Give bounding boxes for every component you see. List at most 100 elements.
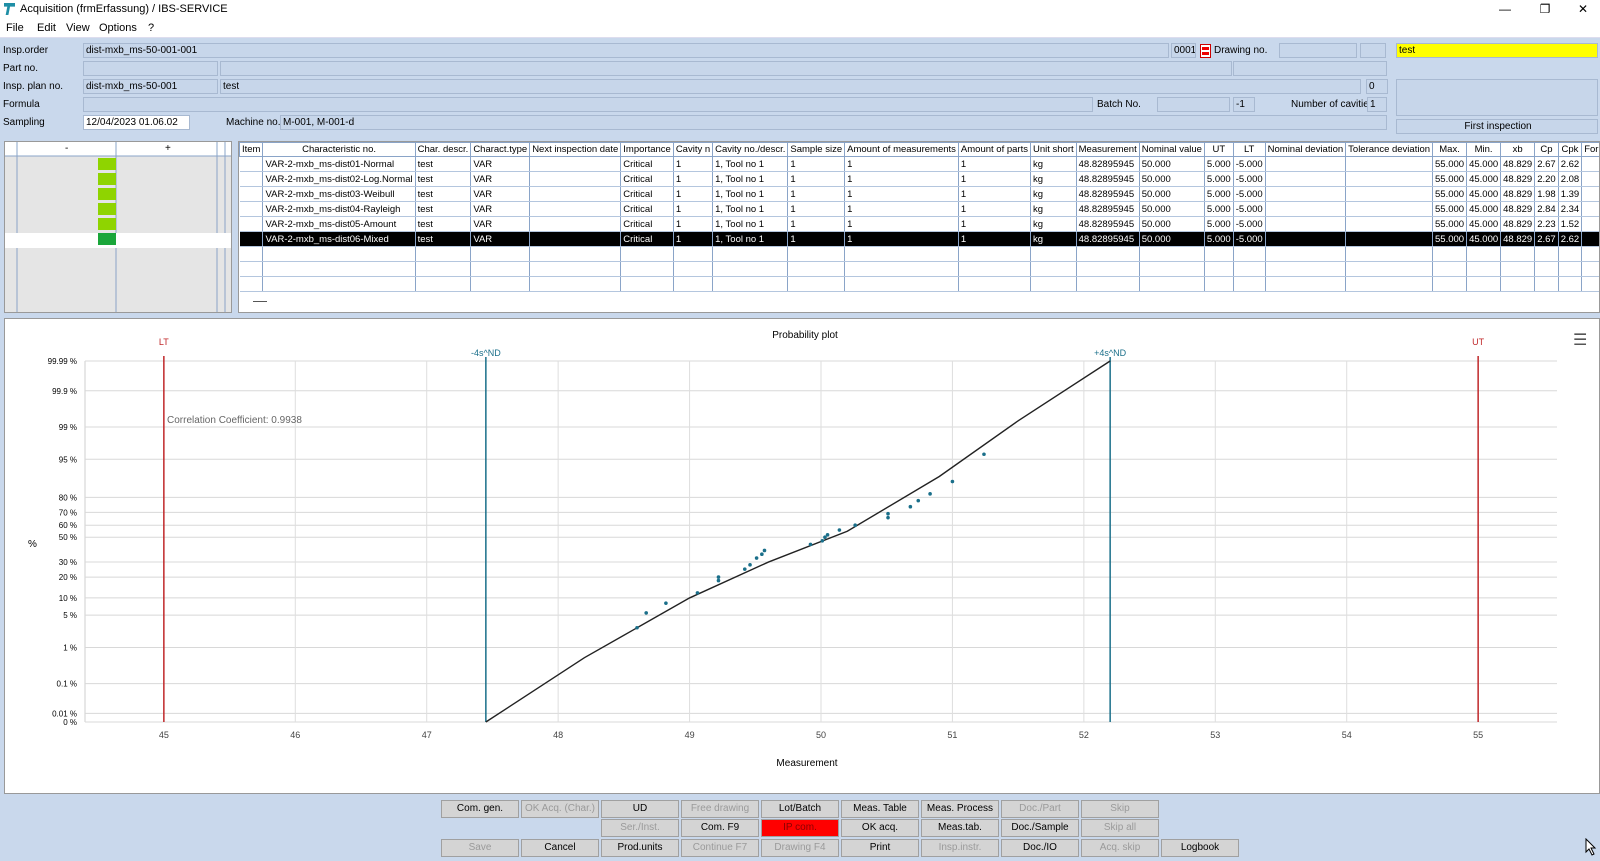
drawing-document-icon[interactable] [1200,44,1211,58]
table-cell[interactable] [1581,171,1599,187]
table-cell[interactable] [1345,276,1434,292]
table-cell[interactable] [1233,246,1266,262]
table-cell[interactable]: kg [1030,231,1077,247]
ok-acq-char-button[interactable]: OK Acq. (Char.) [521,800,599,818]
drawing-f4-button[interactable]: Drawing F4 [761,839,839,857]
table-cell[interactable] [529,216,622,232]
table-cell[interactable] [1345,201,1434,217]
table-cell[interactable] [712,261,789,277]
column-header[interactable]: Next inspection date [529,142,622,157]
table-cell[interactable]: 2.62 [1558,156,1583,172]
table-row[interactable]: VAR-2-mxb_ms-dist06-Mixed test VAR Critical… [239,231,1599,247]
column-header[interactable]: Min. [1466,142,1502,157]
table-cell[interactable]: 48.829 [1500,186,1536,202]
table-cell[interactable]: 48.829 [1500,171,1536,187]
table-cell[interactable]: 1 [673,201,714,217]
ud-button[interactable]: UD [601,800,679,818]
table-cell[interactable]: 50.000 [1139,186,1205,202]
table-cell[interactable]: 1 [958,216,1031,232]
table-cell[interactable] [1265,171,1347,187]
table-cell[interactable] [787,276,846,292]
table-cell[interactable] [1139,246,1205,262]
table-cell[interactable]: 1, Tool no 1 [712,171,789,187]
column-header[interactable]: Char. descr. [414,142,472,157]
table-cell[interactable]: 50.000 [1139,156,1205,172]
table-cell[interactable]: 1.98 [1534,186,1559,202]
table-cell[interactable] [1500,246,1536,262]
table-cell[interactable]: 1 [673,156,714,172]
table-cell[interactable] [1581,216,1599,232]
table-cell[interactable] [1265,261,1347,277]
table-cell[interactable]: 2.67 [1534,156,1559,172]
table-cell[interactable] [470,261,531,277]
batch-no-field[interactable] [1157,97,1230,112]
insp-plan-description-field[interactable]: test [220,79,1361,94]
table-cell[interactable]: Critical [620,201,674,217]
insp-plan-number-field[interactable]: 0 [1366,79,1388,94]
table-cell[interactable]: 45.000 [1466,201,1502,217]
continue-f7-button[interactable]: Continue F7 [681,839,759,857]
table-cell[interactable]: -5.000 [1233,156,1266,172]
table-cell[interactable]: 1 [844,171,959,187]
table-cell[interactable]: 55.000 [1432,216,1468,232]
part-no-field[interactable] [83,61,218,76]
table-cell[interactable]: 2.23 [1534,216,1559,232]
table-cell[interactable] [787,261,846,277]
lot-batch-button[interactable]: Lot/Batch [761,800,839,818]
drawing-no-field[interactable] [1279,43,1357,58]
table-cell[interactable]: 50.000 [1139,231,1205,247]
table-row[interactable]: VAR-2-mxb_ms-dist01-Normal test VAR Critica… [239,156,1599,172]
table-cell[interactable]: test [415,216,472,232]
table-cell[interactable]: 2.62 [1558,231,1583,247]
table-cell[interactable] [1432,276,1468,292]
meas-table-button[interactable]: Meas. Table [841,800,919,818]
table-cell[interactable]: 2.84 [1534,201,1559,217]
table-cell[interactable] [239,276,264,292]
table-cell[interactable]: 1 [673,216,714,232]
table-cell[interactable]: VAR-2-mxb_ms-dist06-Mixed [262,231,416,247]
table-cell[interactable]: 1.52 [1558,216,1583,232]
table-cell[interactable]: Critical [620,156,674,172]
table-cell[interactable]: 45.000 [1466,171,1502,187]
table-cell[interactable]: 1 [787,156,846,172]
table-cell[interactable] [529,246,622,262]
table-cell[interactable] [529,276,622,292]
status-test-field[interactable]: test [1396,43,1598,58]
table-cell[interactable] [1265,201,1347,217]
table-cell[interactable] [1265,276,1347,292]
table-cell[interactable]: VAR [470,171,531,187]
column-header[interactable]: xb [1500,142,1536,157]
table-cell[interactable] [1265,216,1347,232]
table-cell[interactable]: VAR-2-mxb_ms-dist02-Log.Normal [262,171,416,187]
table-cell[interactable] [415,261,472,277]
empty-table-row[interactable] [239,261,1599,277]
table-cell[interactable]: 1 [844,201,959,217]
table-cell[interactable] [529,186,622,202]
table-cell[interactable] [1558,246,1583,262]
part-description-field[interactable] [220,61,1232,76]
table-cell[interactable] [1534,276,1559,292]
table-cell[interactable]: VAR [470,201,531,217]
table-cell[interactable]: VAR [470,231,531,247]
table-cell[interactable]: 1 [958,186,1031,202]
table-cell[interactable] [529,156,622,172]
minimize-icon[interactable]: — [1488,1,1522,17]
table-cell[interactable]: 48.82895945 [1076,186,1140,202]
table-cell[interactable]: 5.000 [1204,201,1234,217]
table-cell[interactable]: 5.000 [1204,171,1234,187]
menu-file[interactable]: File [6,22,24,34]
table-cell[interactable] [1030,276,1077,292]
column-header[interactable]: Item [239,142,264,157]
table-cell[interactable] [1558,261,1583,277]
doc-io-button[interactable]: Doc./IO [1001,839,1079,857]
insp-order-number-field[interactable]: 0001 [1171,43,1196,58]
table-cell[interactable] [1500,276,1536,292]
table-cell[interactable] [239,201,264,217]
table-cell[interactable] [787,246,846,262]
table-cell[interactable]: 55.000 [1432,156,1468,172]
table-cell[interactable]: 48.829 [1500,231,1536,247]
table-cell[interactable]: 2.67 [1534,231,1559,247]
table-cell[interactable] [1466,261,1502,277]
table-cell[interactable]: 5.000 [1204,186,1234,202]
column-header[interactable]: Characteristic no. [262,142,416,157]
